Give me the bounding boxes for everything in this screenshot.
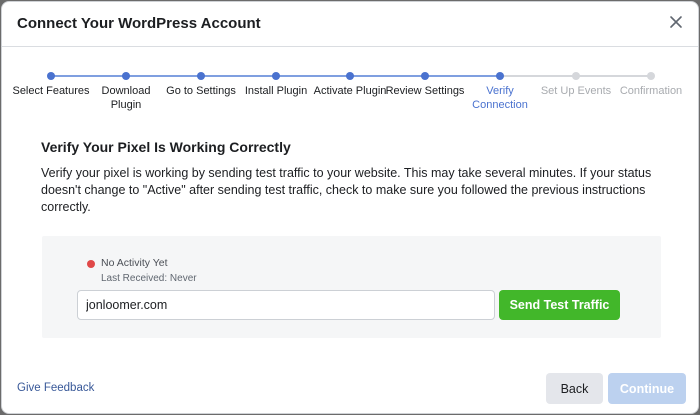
step-label: Download Plugin	[101, 85, 151, 111]
step-connector	[425, 75, 500, 77]
modal-header: Connect Your WordPress Account	[2, 2, 698, 47]
step-dot	[272, 72, 280, 80]
close-icon[interactable]	[666, 12, 686, 32]
status-dot-icon	[87, 260, 95, 268]
progress-stepper: Select Features Download Plugin Go to Sett…	[2, 68, 698, 116]
step-dot	[346, 72, 354, 80]
step-dot	[122, 72, 130, 80]
step-label: Set Up Events	[540, 85, 612, 97]
continue-button[interactable]: Continue	[608, 373, 686, 404]
status-text: No Activity Yet	[101, 257, 168, 269]
step-connector	[201, 75, 276, 77]
connect-wordpress-modal: Connect Your WordPress Account Select Fe…	[1, 1, 699, 414]
step-dot	[647, 72, 655, 80]
step-label: Review Settings	[385, 85, 465, 97]
step-dot	[421, 72, 429, 80]
section-description: Verify your pixel is working by sending …	[41, 166, 652, 214]
step-label: Go to Settings	[166, 85, 236, 97]
step-connector	[276, 75, 350, 77]
step-dot	[572, 72, 580, 80]
step-label: Verify Connection	[472, 85, 528, 111]
step-connector	[51, 75, 126, 77]
section-heading: Verify Your Pixel Is Working Correctly	[41, 139, 291, 155]
step-label: Select Features	[12, 85, 90, 97]
modal-title: Connect Your WordPress Account	[17, 15, 261, 32]
step-dot	[47, 72, 55, 80]
last-received-text: Last Received: Never	[101, 273, 197, 284]
send-test-traffic-button[interactable]: Send Test Traffic	[499, 290, 620, 320]
step-connector	[350, 75, 425, 77]
step-label: Confirmation	[619, 85, 683, 97]
pixel-status-panel: No Activity Yet Last Received: Never Sen…	[42, 236, 661, 338]
step-connector	[576, 75, 651, 77]
give-feedback-link[interactable]: Give Feedback	[17, 382, 94, 394]
back-button[interactable]: Back	[546, 373, 603, 404]
step-dot	[496, 72, 504, 80]
step-connector	[500, 75, 576, 77]
step-dot	[197, 72, 205, 80]
step-label: Install Plugin	[244, 85, 308, 97]
step-label: Activate Plugin	[313, 85, 387, 97]
website-url-input[interactable]	[77, 290, 495, 320]
step-connector	[126, 75, 201, 77]
